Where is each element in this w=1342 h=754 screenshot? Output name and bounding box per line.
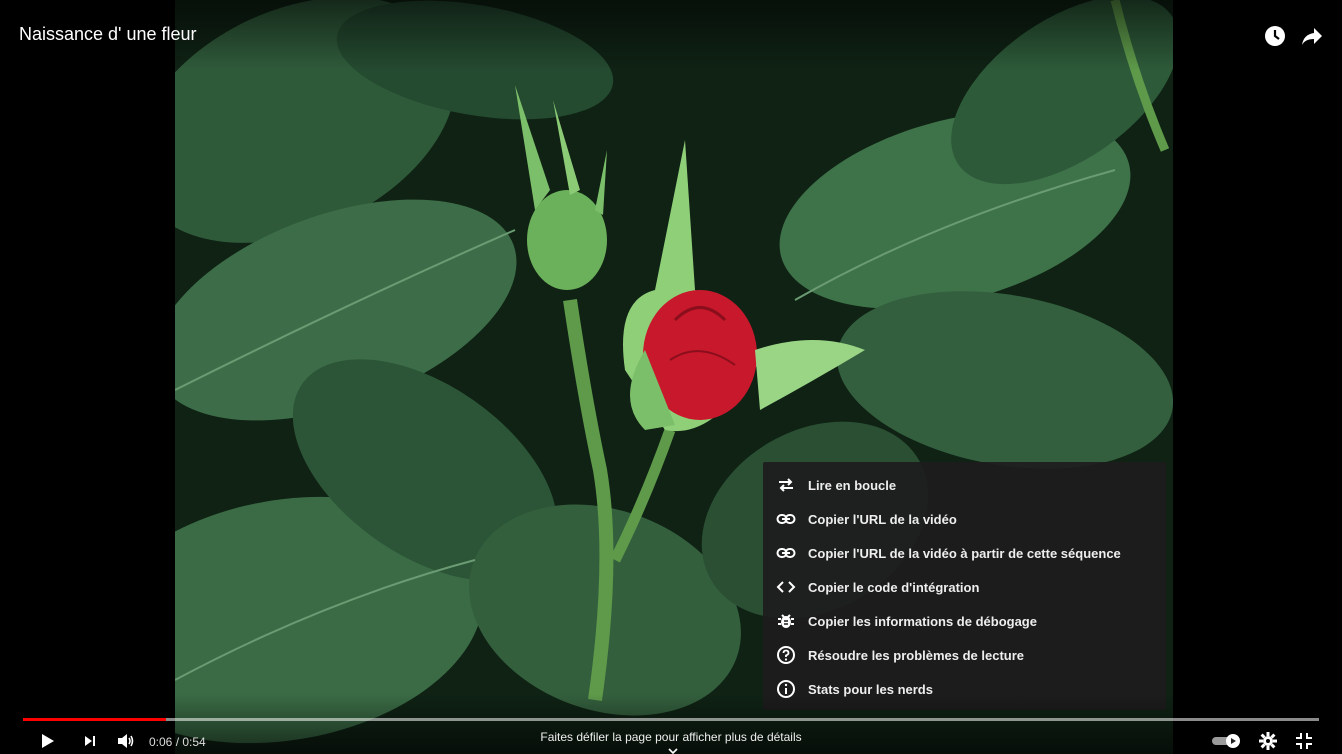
link-icon: [775, 542, 797, 564]
link-icon: [775, 508, 797, 530]
scroll-hint[interactable]: Faites défiler la page pour afficher plu…: [0, 730, 1342, 744]
menu-item-loop[interactable]: Lire en boucle: [763, 468, 1166, 502]
menu-item-copy-debug[interactable]: Copier les informations de débogage: [763, 604, 1166, 638]
autoplay-toggle-icon[interactable]: [1212, 730, 1242, 752]
loop-icon: [775, 474, 797, 496]
video-title[interactable]: Naissance d' une fleur: [19, 24, 197, 45]
clock-icon[interactable]: [1263, 24, 1287, 48]
menu-item-copy-url-at-time[interactable]: Copier l'URL de la vidéo à partir de cet…: [763, 536, 1166, 570]
menu-item-label: Lire en boucle: [808, 477, 897, 493]
embed-code-icon: [775, 576, 797, 598]
exit-fullscreen-icon[interactable]: [1293, 730, 1315, 752]
menu-item-label: Copier les informations de débogage: [808, 613, 1037, 629]
settings-gear-icon[interactable]: [1257, 730, 1279, 752]
context-menu: Lire en boucle Copier l'URL de la vidéo …: [763, 462, 1166, 710]
top-bar: [0, 0, 1342, 70]
menu-item-label: Copier l'URL de la vidéo à partir de cet…: [808, 545, 1121, 561]
progress-played: [23, 718, 166, 721]
menu-item-troubleshoot[interactable]: Résoudre les problèmes de lecture: [763, 638, 1166, 672]
menu-item-label: Résoudre les problèmes de lecture: [808, 647, 1025, 663]
menu-item-label: Copier l'URL de la vidéo: [808, 511, 957, 527]
bug-icon: [775, 610, 797, 632]
menu-item-copy-url[interactable]: Copier l'URL de la vidéo: [763, 502, 1166, 536]
progress-loaded: [23, 718, 1319, 721]
share-arrow-icon[interactable]: [1300, 24, 1324, 48]
help-circle-icon: [775, 644, 797, 666]
chevron-down-icon[interactable]: [666, 744, 680, 754]
menu-item-label: Copier le code d'intégration: [808, 579, 980, 595]
video-player[interactable]: Naissance d' une fleur Lire en boucle Co…: [0, 0, 1342, 754]
menu-item-copy-embed[interactable]: Copier le code d'intégration: [763, 570, 1166, 604]
progress-bar[interactable]: [23, 718, 1319, 721]
